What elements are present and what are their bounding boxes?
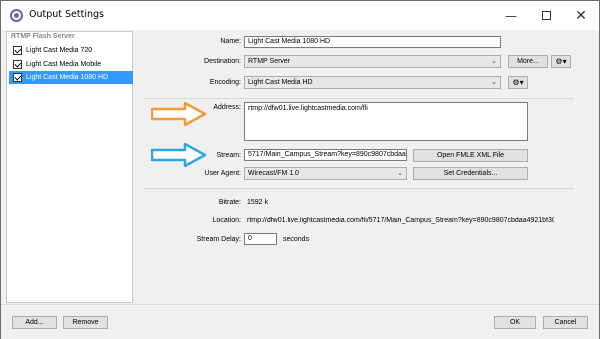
output-settings-window: Output Settings — ✕ RTMP Flash Server Li… xyxy=(0,0,600,339)
add-button[interactable]: Add... xyxy=(12,316,57,329)
stream-delay-field[interactable]: 0 xyxy=(244,233,277,245)
remove-button[interactable]: Remove xyxy=(63,316,108,329)
divider xyxy=(144,188,574,189)
stream-label: Stream: xyxy=(216,152,241,159)
chevron-down-icon: ⌄ xyxy=(491,58,497,65)
encoding-label: Encoding: xyxy=(209,79,241,86)
list-item-lcm-720[interactable]: Light Cast Media 720 xyxy=(9,44,133,57)
open-fmle-xml-button[interactable]: Open FMLE XML File xyxy=(413,149,528,162)
list-item-label: Light Cast Media Mobile xyxy=(26,61,102,68)
checkbox-lcm-1080[interactable] xyxy=(13,73,22,82)
encoding-select[interactable]: Light Cast Media HD ⌄ xyxy=(244,76,501,89)
list-item-label: Light Cast Media 720 xyxy=(26,47,93,54)
window-title: Output Settings xyxy=(29,9,104,20)
stream-delay-label: Stream Delay: xyxy=(196,236,241,243)
encoding-value: Light Cast Media HD xyxy=(248,79,313,86)
gear-icon: ⚙▾ xyxy=(512,78,524,87)
output-list-panel: RTMP Flash Server Light Cast Media 720 L… xyxy=(6,31,133,303)
list-item-lcm-mobile[interactable]: Light Cast Media Mobile xyxy=(9,58,133,71)
destination-label: Destination: xyxy=(204,58,241,65)
destination-gear-button[interactable]: ⚙▾ xyxy=(551,55,571,68)
user-agent-label: User Agent: xyxy=(204,170,241,177)
bottom-bar: Add... Remove OK Cancel xyxy=(1,304,599,339)
cancel-button[interactable]: Cancel xyxy=(543,316,588,329)
minimize-button[interactable]: — xyxy=(493,1,529,30)
checkbox-lcm-720[interactable] xyxy=(13,46,22,55)
location-value: rtmp://dfw01.live.lightcastmedia.com/fli… xyxy=(247,217,554,224)
title-bar: Output Settings — ✕ xyxy=(1,1,599,30)
close-button[interactable]: ✕ xyxy=(563,1,599,30)
group-header-rtmp: RTMP Flash Server xyxy=(11,33,75,40)
user-agent-value: Wirecast/FM 1.0 xyxy=(248,170,299,177)
destination-select[interactable]: RTMP Server ⌄ xyxy=(244,55,501,68)
maximize-button[interactable] xyxy=(528,1,564,30)
set-credentials-button[interactable]: Set Credentials... xyxy=(413,167,528,180)
encoding-gear-button[interactable]: ⚙▾ xyxy=(508,76,528,89)
gear-icon: ⚙▾ xyxy=(555,57,567,66)
checkbox-lcm-mobile[interactable] xyxy=(13,60,22,69)
bitrate-label: Bitrate: xyxy=(218,199,241,206)
user-agent-select[interactable]: Wirecast/FM 1.0 ⌄ xyxy=(244,167,407,180)
more-button[interactable]: More... xyxy=(508,55,548,68)
name-field[interactable]: Light Cast Media 1080 HD xyxy=(244,36,501,48)
address-label: Address: xyxy=(213,104,241,111)
ok-button[interactable]: OK xyxy=(494,316,536,329)
location-label: Location: xyxy=(212,217,241,224)
maximize-icon xyxy=(541,11,551,20)
chevron-down-icon: ⌄ xyxy=(397,170,403,177)
list-item-label: Light Cast Media 1080 HD xyxy=(26,74,109,81)
name-label: Name: xyxy=(220,38,241,45)
destination-value: RTMP Server xyxy=(248,58,291,65)
stream-field[interactable]: 5717/Main_Campus_Stream?key=890c9807cbda… xyxy=(244,149,407,161)
minimize-icon: — xyxy=(505,8,517,23)
app-icon xyxy=(10,9,23,22)
list-item-lcm-1080[interactable]: Light Cast Media 1080 HD xyxy=(9,71,133,84)
divider xyxy=(144,98,574,99)
close-icon: ✕ xyxy=(575,7,587,24)
address-textarea[interactable]: rtmp://dfw01.live.lightcastmedia.com/fli xyxy=(244,102,528,141)
chevron-down-icon: ⌄ xyxy=(491,79,497,86)
bitrate-value: 1592 k xyxy=(247,199,269,206)
seconds-label: seconds xyxy=(283,236,310,243)
